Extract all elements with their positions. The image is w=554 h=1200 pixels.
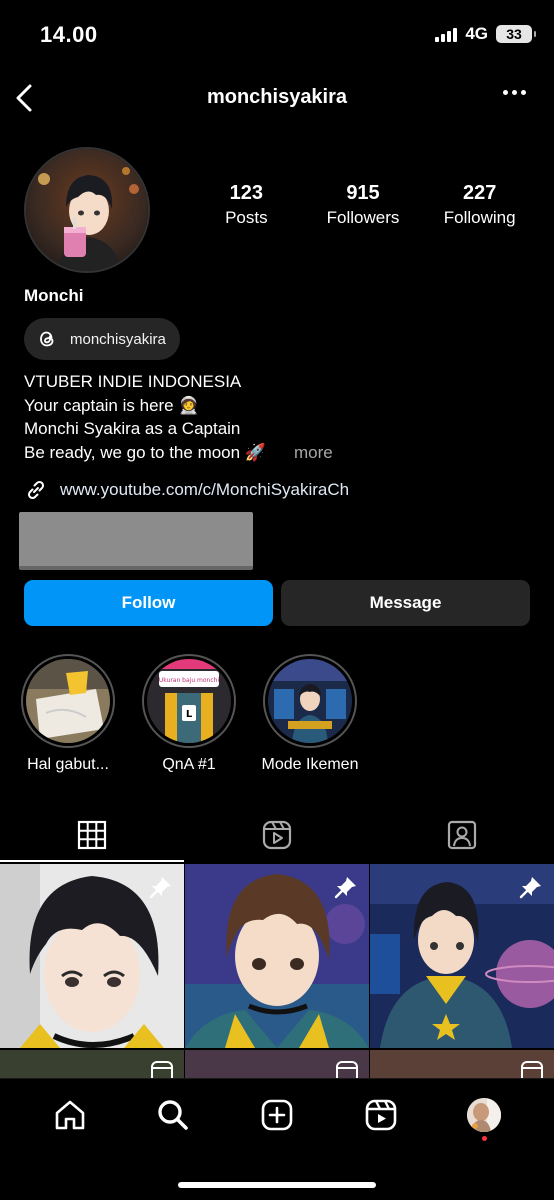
highlight-cover: Ukuran baju monchi L — [147, 659, 231, 743]
highlight-label: QnA #1 — [162, 756, 216, 773]
nav-home[interactable] — [50, 1095, 90, 1135]
profile-header: monchisyakira — [0, 76, 554, 120]
highlight-cover — [268, 659, 352, 743]
profile-avatar — [467, 1098, 502, 1132]
qna-card-text: Ukuran baju monchi — [159, 677, 220, 684]
create-icon — [261, 1099, 293, 1131]
bio-line: VTUBER INDIE INDONESIA — [24, 372, 242, 391]
pin-icon — [333, 874, 359, 905]
highlight-label: Mode Ikemen — [261, 756, 359, 773]
bio-line: Monchi Syakira as a Captain — [24, 419, 241, 439]
profile-stats: 123 Posts 915 Followers 227 Following — [188, 182, 538, 228]
highlight-label: Hal gabut... — [27, 756, 109, 773]
nav-profile[interactable] — [464, 1095, 504, 1141]
nav-reels[interactable] — [361, 1095, 401, 1135]
grid-icon — [78, 820, 107, 850]
stat-value: 123 — [229, 182, 264, 204]
pin-icon — [148, 874, 174, 905]
bottom-navigation — [0, 1078, 554, 1200]
post-tile[interactable] — [370, 1050, 554, 1078]
stat-value: 227 — [462, 182, 497, 204]
active-tab-indicator — [0, 860, 184, 862]
profile-link[interactable]: www.youtube.com/c/MonchiSyakiraCh — [24, 478, 349, 502]
tab-reels[interactable] — [185, 808, 370, 862]
tagged-icon — [447, 820, 476, 850]
reel-icon — [520, 1060, 544, 1078]
profile-tabs — [0, 808, 554, 862]
posts-grid — [0, 864, 554, 1078]
tab-posts-grid[interactable] — [0, 808, 185, 862]
story-highlights: Hal gabut... Ukuran baju monchi L QnA #1 — [0, 654, 554, 784]
highlight-item[interactable]: Mode Ikemen — [245, 654, 375, 774]
stat-following[interactable]: 227 Following — [421, 182, 538, 228]
bio-line: Your captain is here 🧑‍🚀 — [24, 395, 200, 415]
pin-icon — [518, 874, 544, 905]
battery-icon: 33 — [496, 25, 536, 43]
message-button[interactable]: Message — [281, 580, 530, 626]
stat-label: Following — [443, 208, 516, 227]
stat-label: Followers — [326, 208, 400, 227]
bio-line: Be ready, we go to the moon 🚀 — [24, 443, 266, 463]
link-icon — [27, 480, 45, 500]
nav-search[interactable] — [153, 1095, 193, 1135]
bio-more-link[interactable]: more — [294, 443, 333, 462]
network-label: 4G — [465, 24, 488, 43]
display-name: Monchi — [24, 286, 84, 305]
qna-size: L — [186, 709, 193, 720]
threads-handle: monchisyakira — [70, 330, 166, 348]
home-indicator — [178, 1182, 376, 1188]
tab-tagged[interactable] — [369, 808, 554, 862]
bio: VTUBER INDIE INDONESIA Your captain is h… — [24, 370, 333, 465]
highlight-cover — [26, 659, 110, 743]
home-icon — [55, 1100, 85, 1130]
threads-icon — [40, 331, 54, 347]
reel-icon — [150, 1060, 174, 1078]
highlight-item[interactable]: Ukuran baju monchi L QnA #1 — [124, 654, 254, 774]
status-time: 14.00 — [40, 22, 98, 47]
profile-avatar[interactable] — [24, 147, 150, 273]
post-tile[interactable] — [370, 864, 554, 1048]
header-username: monchisyakira — [206, 86, 348, 108]
post-tile[interactable] — [185, 1050, 369, 1078]
post-tile[interactable] — [0, 1050, 184, 1078]
highlight-item[interactable]: Hal gabut... — [3, 654, 133, 774]
reel-icon — [335, 1060, 359, 1078]
redacted-area — [19, 512, 253, 570]
post-tile[interactable] — [185, 864, 369, 1048]
nav-create[interactable] — [257, 1095, 297, 1135]
notification-dot — [482, 1136, 488, 1141]
post-tile[interactable] — [0, 864, 184, 1048]
stat-value: 915 — [346, 182, 380, 204]
stat-label: Posts — [225, 208, 268, 227]
search-icon — [158, 1100, 189, 1130]
more-options-icon[interactable] — [503, 90, 526, 95]
reels-icon — [262, 820, 292, 850]
stat-followers[interactable]: 915 Followers — [305, 182, 422, 228]
reels-icon — [365, 1099, 396, 1131]
stat-posts[interactable]: 123 Posts — [188, 182, 305, 228]
battery-level: 33 — [506, 26, 522, 42]
follow-button[interactable]: Follow — [24, 580, 273, 626]
threads-badge[interactable]: monchisyakira — [24, 318, 180, 360]
link-url: www.youtube.com/c/MonchiSyakiraCh — [60, 480, 350, 499]
signal-icon — [435, 26, 458, 42]
status-bar: 14.00 4G 33 — [0, 0, 554, 70]
